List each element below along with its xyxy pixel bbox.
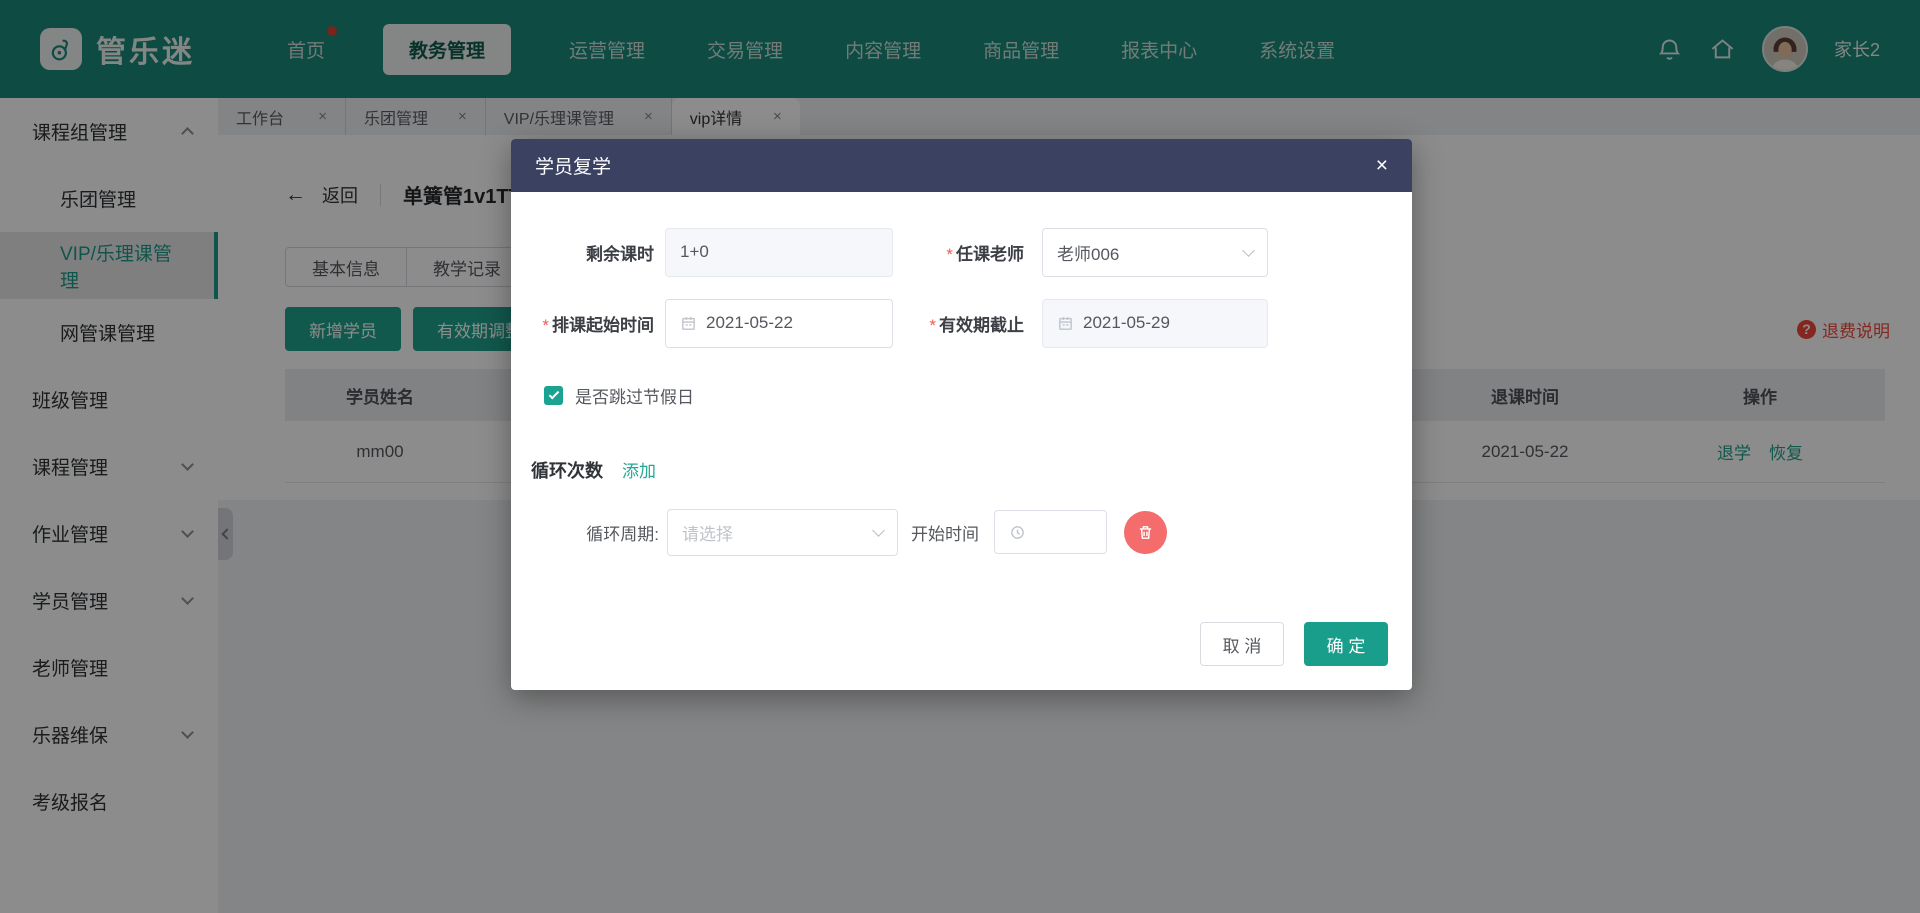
cycle-period-select[interactable]: 请选择 [667, 509, 898, 556]
remaining-hours-input: 1+0 [665, 228, 893, 277]
cycle-count-row: 循环次数 添加 [531, 457, 1412, 479]
required-asterisk: * [929, 316, 936, 335]
start-date-label: *排课起始时间 [511, 311, 654, 336]
skip-holiday-checkbox[interactable] [544, 386, 563, 405]
dialog-header: 学员复学 × [511, 139, 1412, 192]
skip-holiday-label: 是否跳过节假日 [575, 383, 694, 408]
dialog-title: 学员复学 [535, 152, 611, 179]
trash-icon [1137, 524, 1154, 541]
check-icon [548, 388, 559, 399]
calendar-icon [1057, 315, 1074, 332]
cycle-count-label: 循环次数 [531, 457, 603, 483]
chevron-down-icon [1242, 244, 1255, 257]
dialog-footer: 取 消 确 定 [511, 622, 1412, 666]
cycle-config-row: 循环周期: 请选择 开始时间 [511, 508, 1412, 556]
required-asterisk: * [542, 316, 549, 335]
chevron-down-icon [872, 524, 885, 537]
end-date-label: *有效期截止 [893, 311, 1024, 336]
start-time-picker[interactable] [994, 510, 1107, 554]
calendar-icon [680, 315, 697, 332]
resume-study-dialog: 学员复学 × 剩余课时 1+0 *任课老师 老师006 *排课起始时间 2021… [511, 139, 1412, 690]
delete-cycle-button[interactable] [1124, 511, 1167, 554]
close-icon[interactable]: × [1376, 155, 1388, 176]
teacher-select[interactable]: 老师006 [1042, 228, 1268, 277]
confirm-button[interactable]: 确 定 [1304, 622, 1388, 666]
start-date-picker[interactable]: 2021-05-22 [665, 299, 893, 348]
clock-icon [1009, 524, 1026, 541]
start-time-label: 开始时间 [911, 520, 979, 545]
remaining-hours-label: 剩余课时 [511, 240, 654, 265]
form-row-2: *排课起始时间 2021-05-22 *有效期截止 2021-05-29 [511, 298, 1412, 348]
teacher-label: *任课老师 [893, 240, 1024, 265]
cycle-period-label: 循环周期: [511, 520, 659, 545]
end-date-picker: 2021-05-29 [1042, 299, 1268, 348]
add-cycle-link[interactable]: 添加 [622, 457, 656, 482]
cancel-button[interactable]: 取 消 [1200, 622, 1284, 666]
required-asterisk: * [946, 245, 953, 264]
form-row-1: 剩余课时 1+0 *任课老师 老师006 [511, 227, 1412, 277]
skip-holiday-row: 是否跳过节假日 [544, 385, 1412, 405]
